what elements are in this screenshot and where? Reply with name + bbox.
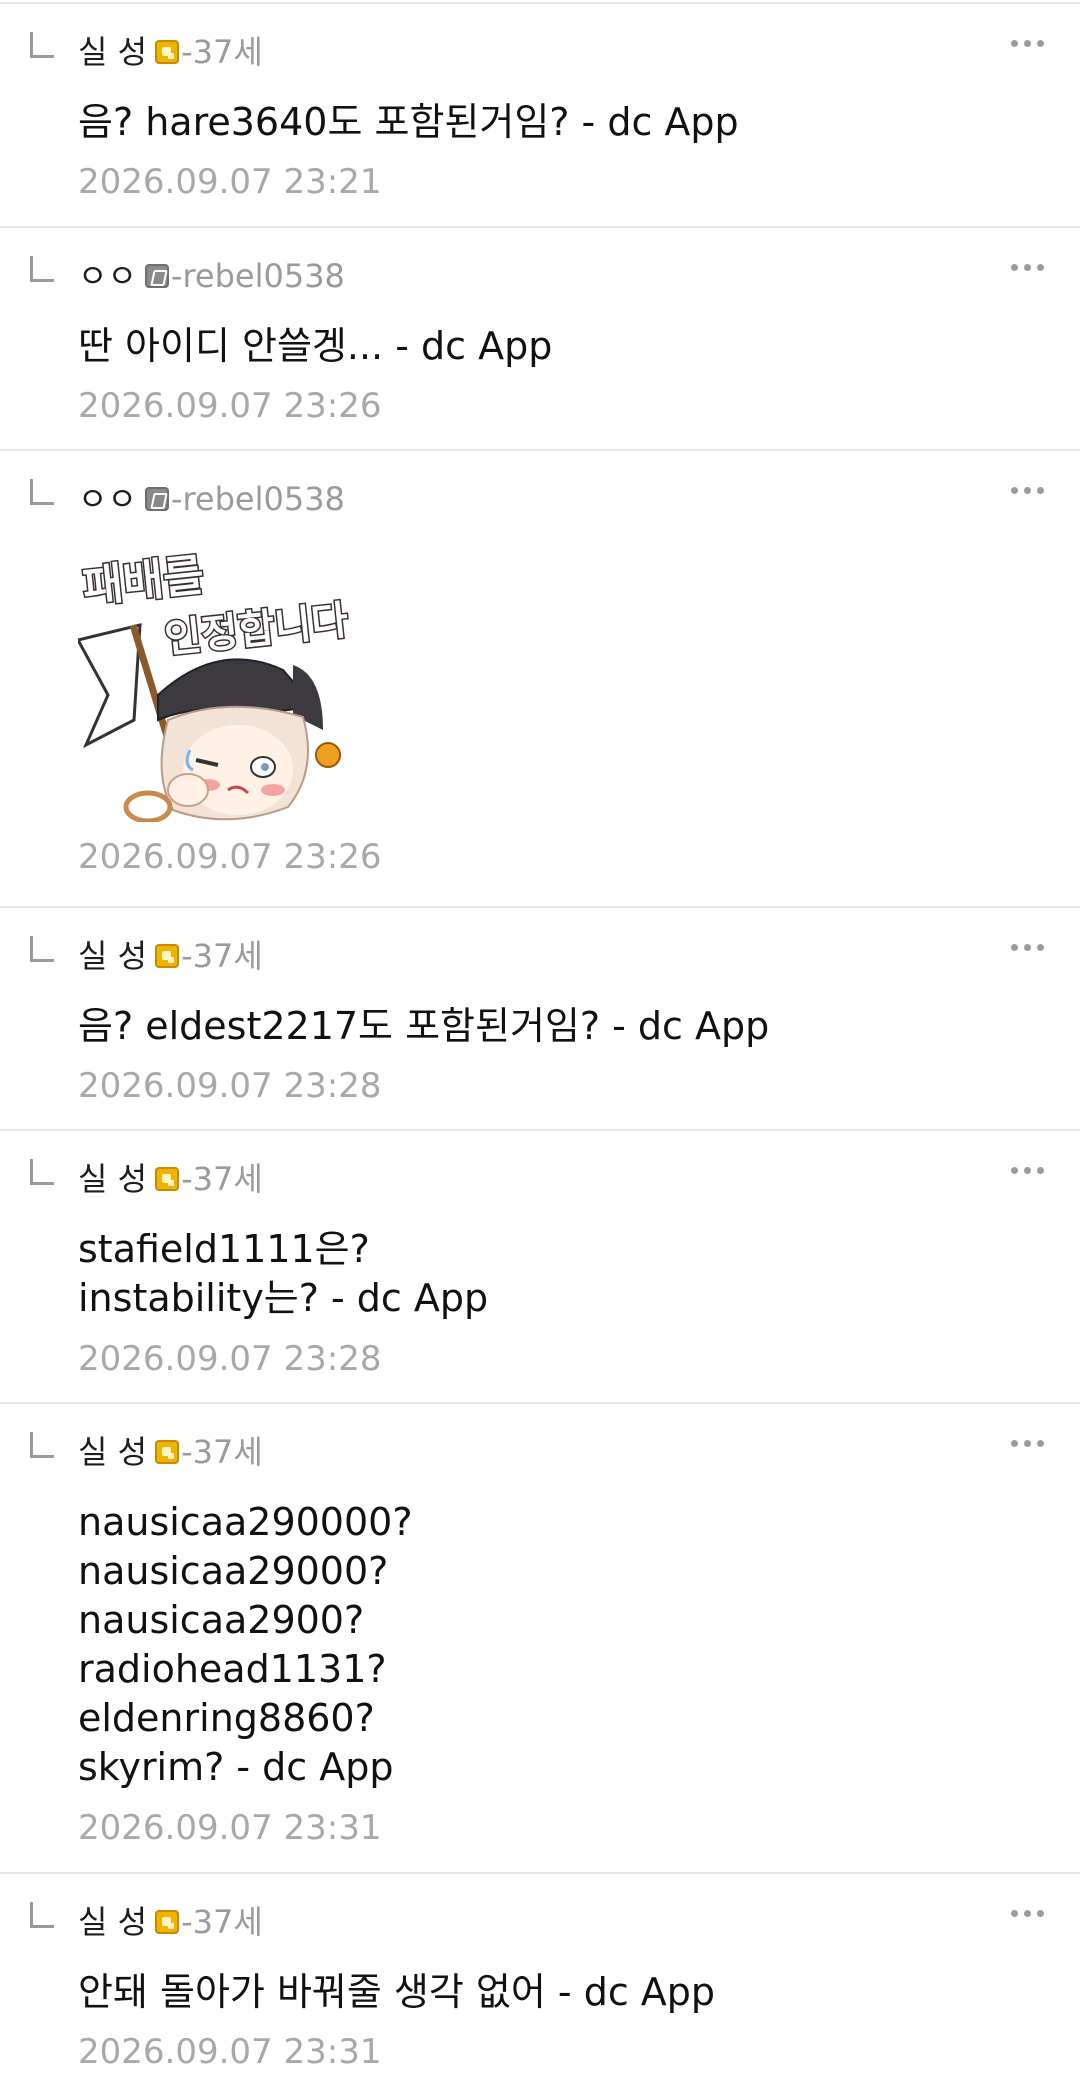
comment-nickname[interactable]: 실 성 <box>78 1432 147 1472</box>
more-dot-icon <box>1011 1439 1018 1447</box>
more-dot-icon <box>1024 1909 1031 1917</box>
comment-item: 실 성 -37세 안돼 돌아가 바꿔줄 생각 없어 - dc App 2026.… <box>0 1874 1080 2094</box>
more-dot-icon <box>1011 1909 1018 1917</box>
comment-item: 실 성 -37세 음? eldest2217도 포함된거임? - dc App … <box>0 908 1080 1131</box>
comment-header: ㅇㅇ -rebel0538 <box>78 479 345 519</box>
comment-item: 실 성 -37세 음? hare3640도 포함된거임? - dc App 20… <box>0 4 1080 228</box>
comment-text: 음? eldest2217도 포함된거임? - dc App <box>78 1004 770 1048</box>
reply-arrow-icon <box>30 1432 54 1458</box>
reply-arrow-icon <box>30 1159 54 1185</box>
comment-nickname[interactable]: 실 성 <box>78 32 147 72</box>
more-options-button[interactable] <box>1011 938 1044 956</box>
more-options-button[interactable] <box>1011 1434 1044 1452</box>
dccon-sticker[interactable]: 패배를 인정합니다 <box>78 545 351 822</box>
comment-item: ㅇㅇ -rebel0538 딴 아이디 안쓸겡... - dc App 2026… <box>0 228 1080 451</box>
comment-header: 실 성 -37세 <box>78 1432 263 1472</box>
more-options-button[interactable] <box>1011 481 1044 499</box>
comment-user-id: -37세 <box>181 1160 263 1198</box>
user-badge-icon <box>144 487 169 511</box>
comment-timestamp: 2026.09.07 23:28 <box>78 1066 382 1106</box>
comment-item: 실 성 -37세 nausicaa290000? nausicaa29000? … <box>0 1404 1080 1874</box>
comment-item: 실 성 -37세 stafield1111은? instability는? - … <box>0 1131 1080 1404</box>
comment-timestamp: 2026.09.07 23:21 <box>78 162 382 202</box>
more-dot-icon <box>1037 486 1044 494</box>
comment-header: 실 성 -37세 <box>78 936 263 976</box>
reply-arrow-icon <box>30 256 54 282</box>
comment-text: 안돼 돌아가 바꿔줄 생각 없어 - dc App <box>78 1970 716 2014</box>
comment-user-id: -37세 <box>181 1433 263 1471</box>
more-dot-icon <box>1011 1166 1018 1174</box>
reply-arrow-icon <box>30 32 54 58</box>
comment-nickname[interactable]: 실 성 <box>78 1159 147 1199</box>
comment-item: ㅇㅇ -rebel0538 패배를 인정합니다 2026.09.07 23:26 <box>0 451 1080 908</box>
comment-text: stafield1111은? instability는? - dc App <box>78 1227 489 1320</box>
reply-arrow-icon <box>30 479 54 505</box>
more-dot-icon <box>1011 39 1018 47</box>
more-dot-icon <box>1011 943 1018 951</box>
more-dot-icon <box>1037 943 1044 951</box>
comment-user-id: -37세 <box>181 33 263 71</box>
more-options-button[interactable] <box>1011 34 1044 52</box>
comment-header: 실 성 -37세 <box>78 1902 263 1942</box>
user-badge-icon <box>155 40 180 64</box>
reply-arrow-icon <box>30 936 54 962</box>
more-dot-icon <box>1024 263 1031 271</box>
comment-timestamp: 2026.09.07 23:28 <box>78 1339 382 1379</box>
comment-user-id: -37세 <box>181 937 263 975</box>
more-dot-icon <box>1037 1439 1044 1447</box>
comment-text: 딴 아이디 안쓸겡... - dc App <box>78 324 553 368</box>
reply-arrow-icon <box>30 1902 54 1928</box>
more-dot-icon <box>1024 943 1031 951</box>
comment-nickname[interactable]: 실 성 <box>78 936 147 976</box>
comment-nickname[interactable]: 실 성 <box>78 1902 147 1942</box>
comment-user-id: -rebel0538 <box>170 480 345 518</box>
comment-timestamp: 2026.09.07 23:26 <box>78 386 382 426</box>
more-dot-icon <box>1037 39 1044 47</box>
more-options-button[interactable] <box>1011 1161 1044 1179</box>
comment-header: ㅇㅇ -rebel0538 <box>78 256 345 296</box>
more-dot-icon <box>1011 486 1018 494</box>
comment-nickname[interactable]: ㅇㅇ <box>78 479 137 519</box>
more-options-button[interactable] <box>1011 258 1044 276</box>
more-dot-icon <box>1011 263 1018 271</box>
comment-timestamp: 2026.09.07 23:26 <box>78 837 382 877</box>
comment-user-id: -rebel0538 <box>170 257 345 295</box>
more-dot-icon <box>1024 39 1031 47</box>
user-badge-icon <box>155 1910 180 1934</box>
more-dot-icon <box>1024 1166 1031 1174</box>
more-dot-icon <box>1037 1166 1044 1174</box>
comment-header: 실 성 -37세 <box>78 32 263 72</box>
more-dot-icon <box>1024 1439 1031 1447</box>
comment-text: nausicaa290000? nausicaa29000? nausicaa2… <box>78 1500 413 1789</box>
more-dot-icon <box>1024 486 1031 494</box>
comment-header: 실 성 -37세 <box>78 1159 263 1199</box>
comment-timestamp: 2026.09.07 23:31 <box>78 1808 382 1848</box>
user-badge-icon <box>155 944 180 968</box>
user-badge-icon <box>155 1167 180 1191</box>
user-badge-icon <box>144 264 169 288</box>
comment-text: 음? hare3640도 포함된거임? - dc App <box>78 100 739 144</box>
comment-nickname[interactable]: ㅇㅇ <box>78 256 137 296</box>
comment-user-id: -37세 <box>181 1903 263 1941</box>
comment-timestamp: 2026.09.07 23:31 <box>78 2032 382 2072</box>
more-dot-icon <box>1037 263 1044 271</box>
user-badge-icon <box>155 1440 180 1464</box>
more-options-button[interactable] <box>1011 1904 1044 1922</box>
more-dot-icon <box>1037 1909 1044 1917</box>
